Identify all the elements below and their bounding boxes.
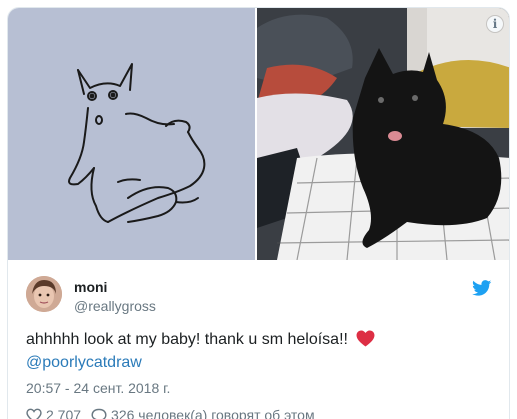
author-handle[interactable]: @reallygross bbox=[74, 298, 156, 314]
red-heart-emoji bbox=[356, 330, 375, 347]
embedded-tweet-card[interactable]: i moni @reallygross ahhhhh look at my ba… bbox=[7, 7, 510, 419]
likes-count: 2 707 bbox=[46, 407, 82, 419]
speech-bubble-icon bbox=[91, 408, 107, 419]
cat-drawing-image[interactable] bbox=[8, 8, 255, 260]
tweet-text: ahhhhh look at my baby! thank u sm heloí… bbox=[26, 329, 496, 351]
replies-text: 326 человек(а) говорят об этом bbox=[111, 407, 315, 419]
avatar[interactable] bbox=[26, 276, 62, 312]
like-action[interactable]: 2 707 bbox=[26, 407, 81, 419]
cat-drawing bbox=[68, 63, 206, 223]
mention-link[interactable]: @poorlycatdraw bbox=[26, 352, 142, 374]
heart-outline-icon bbox=[26, 408, 42, 419]
tweet-media[interactable]: i bbox=[8, 8, 509, 260]
twitter-bird-icon[interactable] bbox=[472, 280, 492, 296]
info-icon[interactable]: i bbox=[487, 16, 503, 32]
cat-photo-image[interactable]: i bbox=[257, 8, 509, 260]
tweet-author[interactable]: moni @reallygross bbox=[26, 276, 496, 320]
tweet-timestamp[interactable]: 20:57 - 24 сент. 2018 г. bbox=[26, 380, 170, 396]
author-name[interactable]: moni bbox=[74, 279, 107, 295]
tweet-text-body: ahhhhh look at my baby! thank u sm heloí… bbox=[26, 331, 348, 348]
replies-action[interactable]: 326 человек(а) говорят об этом bbox=[91, 407, 315, 419]
tweet-actions: 2 707 326 человек(а) говорят об этом bbox=[26, 404, 325, 419]
black-cat-photo bbox=[257, 8, 509, 260]
avatar-photo bbox=[26, 276, 62, 312]
